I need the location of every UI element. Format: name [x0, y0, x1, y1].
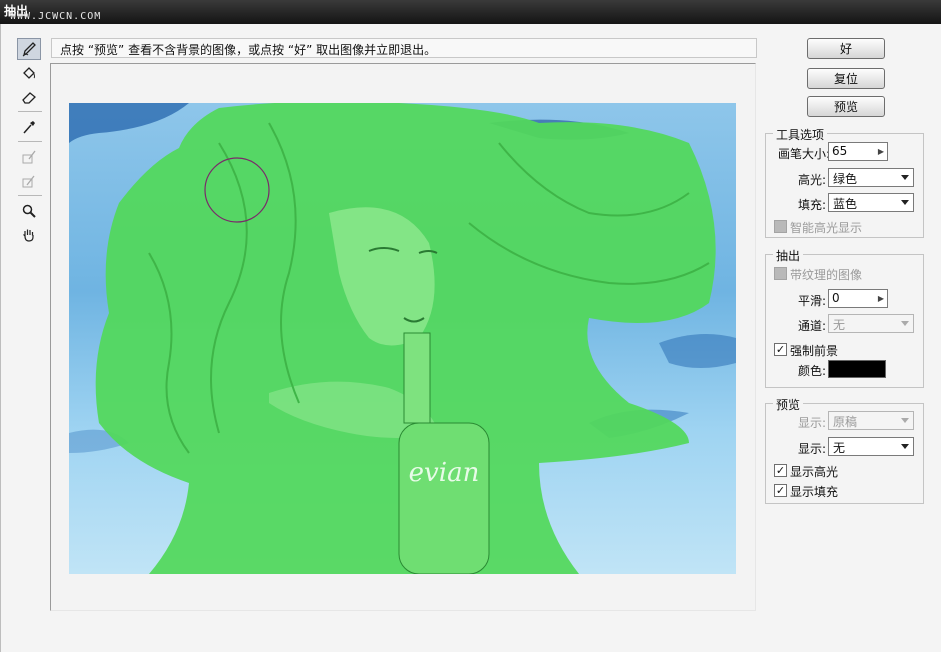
show-label-2: 显示: — [797, 442, 826, 456]
show-select-1[interactable]: 原稿 — [828, 411, 914, 430]
chevron-down-icon — [901, 175, 909, 180]
image-artwork: evian — [69, 103, 736, 574]
show-value-2: 无 — [833, 441, 846, 455]
smooth-value: 0 — [832, 291, 840, 305]
eyedropper-tool[interactable] — [17, 116, 41, 138]
eraser-tool[interactable] — [17, 86, 41, 108]
edge-touchup-icon — [22, 175, 35, 188]
chevron-down-icon — [901, 418, 909, 423]
extraction-title: 抽出 — [773, 247, 804, 264]
edge-touchup-tool[interactable] — [17, 170, 41, 192]
ok-button[interactable]: 好 — [807, 38, 885, 59]
color-label: 颜色: — [797, 364, 826, 378]
fill-label: 填充: — [797, 198, 826, 212]
fill-icon — [23, 67, 35, 79]
watermark-text: WWW.JCWCN.COM — [10, 11, 102, 22]
brush-size-value: 65 — [832, 144, 848, 158]
fill-value: 蓝色 — [833, 197, 858, 211]
smart-highlight-label: 智能高光显示 — [790, 221, 863, 235]
chevron-down-icon — [901, 444, 909, 449]
hand-tool[interactable] — [17, 224, 41, 246]
force-foreground-label: 强制前景 — [790, 344, 839, 358]
cleanup-tool[interactable] — [17, 146, 41, 168]
image-canvas[interactable]: evian — [69, 103, 736, 574]
fill-tool[interactable] — [17, 62, 41, 84]
chevron-down-icon — [901, 200, 909, 205]
tool-options-group: 工具选项 画笔大小: 65 ▶ 高光: 绿色 填充: 蓝色 智能高光显示 — [765, 126, 924, 238]
show-label-1: 显示: — [797, 416, 826, 430]
zoom-icon — [22, 204, 36, 218]
eraser-icon — [22, 92, 36, 104]
reset-button[interactable]: 复位 — [807, 68, 885, 89]
hand-icon — [23, 229, 34, 242]
highlight-select[interactable]: 绿色 — [828, 168, 914, 187]
eyedropper-icon — [23, 121, 35, 134]
zoom-tool[interactable] — [17, 200, 41, 222]
show-highlight-checkbox[interactable]: ✓ — [774, 464, 787, 477]
tool-options-title: 工具选项 — [773, 126, 828, 143]
show-fill-checkbox[interactable]: ✓ — [774, 484, 787, 497]
show-highlight-label: 显示高光 — [790, 465, 839, 479]
smart-highlight-checkbox[interactable] — [774, 220, 787, 233]
cleanup-icon — [22, 150, 36, 164]
extraction-group: 抽出 带纹理的图像 平滑: 0 ▶ 通道: 无 ✓ 强制前景 颜色: — [765, 247, 924, 388]
title-bar: 抽出 WWW.JCWCN.COM — [0, 0, 941, 24]
toolbox-divider — [18, 195, 42, 196]
preview-group: 预览 显示: 原稿 显示: 无 ✓ 显示高光 ✓ 显示填充 — [765, 396, 924, 504]
preview-title: 预览 — [773, 396, 804, 413]
slider-arrow-icon[interactable]: ▶ — [875, 143, 887, 160]
show-fill-label: 显示填充 — [790, 485, 839, 499]
show-select-2[interactable]: 无 — [828, 437, 914, 456]
textured-image-checkbox[interactable] — [774, 267, 787, 280]
highlight-label: 高光: — [797, 173, 826, 187]
show-value-1: 原稿 — [833, 415, 858, 429]
brush-size-label: 画笔大小: — [777, 147, 830, 161]
brush-size-field[interactable]: 65 ▶ — [828, 142, 888, 161]
channel-select[interactable]: 无 — [828, 314, 914, 333]
highlight-value: 绿色 — [833, 172, 858, 186]
channel-label: 通道: — [797, 319, 826, 333]
toolbox — [17, 38, 43, 248]
toolbox-divider — [18, 111, 42, 112]
channel-value: 无 — [833, 318, 846, 332]
color-swatch[interactable] — [828, 360, 886, 378]
fill-select[interactable]: 蓝色 — [828, 193, 914, 212]
textured-image-label: 带纹理的图像 — [790, 268, 863, 282]
smooth-field[interactable]: 0 ▶ — [828, 289, 888, 308]
toolbox-divider — [18, 141, 42, 142]
bottle-label: evian — [409, 458, 480, 488]
preview-button[interactable]: 预览 — [807, 96, 885, 117]
edge-highlighter-tool[interactable] — [17, 38, 41, 60]
chevron-down-icon — [901, 321, 909, 326]
force-foreground-checkbox[interactable]: ✓ — [774, 343, 787, 356]
hint-bar: 点按 “预览” 查看不含背景的图像，或点按 “好” 取出图像并立即退出。 — [51, 38, 757, 58]
slider-arrow-icon[interactable]: ▶ — [875, 290, 887, 307]
smooth-label: 平滑: — [797, 294, 826, 308]
edge-highlighter-icon — [22, 42, 36, 57]
